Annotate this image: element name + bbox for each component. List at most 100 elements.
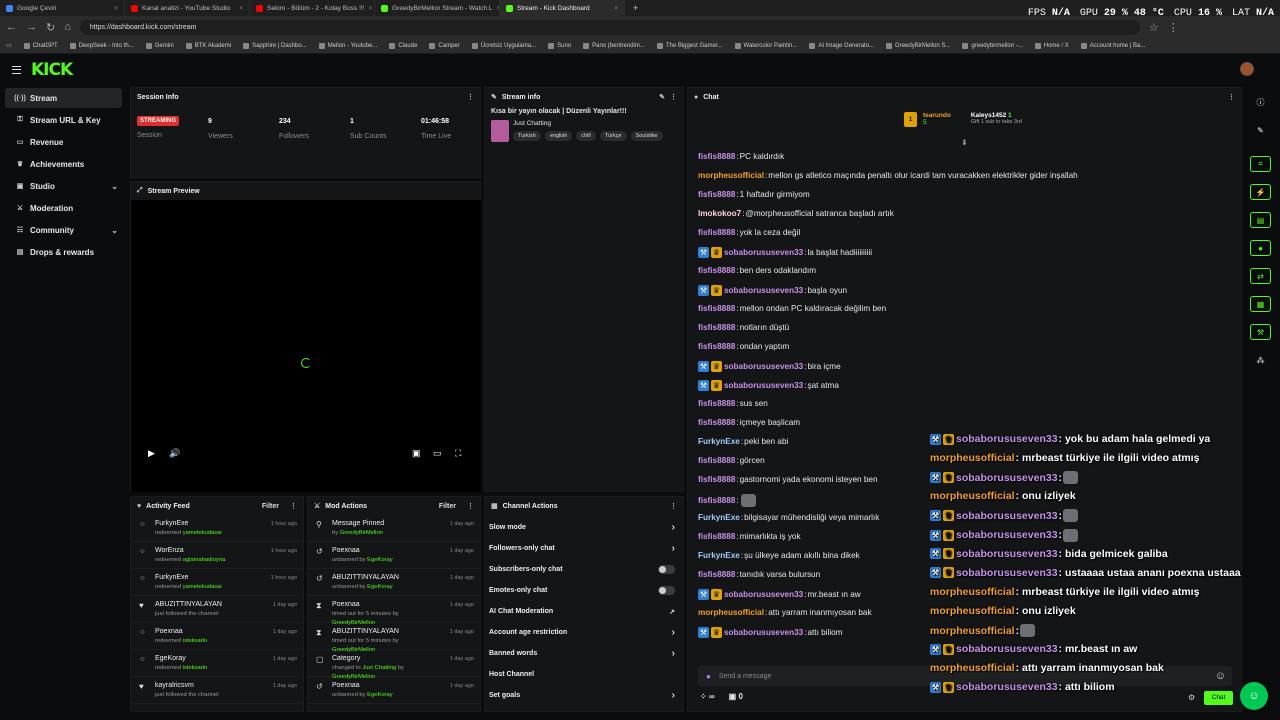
chat-username[interactable]: FurkynExe xyxy=(698,551,740,560)
bookmark-item[interactable]: Account home | Ba... xyxy=(1080,42,1145,49)
sidebar-item-achievements[interactable]: ♛ Achievements xyxy=(5,154,122,174)
video-player[interactable]: ▶ 🔊 ▣ ▭ ⛶ xyxy=(131,200,481,492)
chat-username[interactable]: sobaborususeven33 xyxy=(956,643,1058,655)
chat-username[interactable]: morpheusofficial xyxy=(698,608,764,617)
sidebar-item-community[interactable]: ☷ Community ⌄ xyxy=(5,220,122,240)
channel-action-set-goals[interactable]: Set goals › xyxy=(485,685,683,706)
theater-icon[interactable]: ▭ xyxy=(433,448,442,459)
browser-tab[interactable]: Sekiro - Bölüm - 2 - Kolay Boss !!! × xyxy=(250,0,375,16)
chat-username[interactable]: sobaborususeven33 xyxy=(956,681,1058,693)
chat-username[interactable]: sobaborususeven33 xyxy=(956,548,1058,560)
chat-username[interactable]: fisfis8888 xyxy=(698,228,735,237)
more-options-icon[interactable]: ⋮ xyxy=(467,502,474,510)
lightning-icon[interactable]: ⚡ xyxy=(1250,184,1271,200)
chat-username[interactable]: morpheusofficial xyxy=(930,605,1015,617)
bookmark-item[interactable]: Mellon - Youtube... xyxy=(318,42,377,49)
browser-tab[interactable]: GreedyBirMellon Stream - Watch L × xyxy=(375,0,500,16)
crop-icon[interactable]: ⌗ xyxy=(1250,156,1271,172)
chat-bubble-icon[interactable]: ● xyxy=(1250,240,1271,256)
home-icon[interactable]: ⌂ xyxy=(64,21,71,33)
chat-username[interactable]: fisfis8888 xyxy=(698,475,735,484)
chat-username[interactable]: sobaborususeven33 xyxy=(724,248,803,257)
chevron-right-icon[interactable]: › xyxy=(672,522,675,533)
new-tab-icon[interactable]: + xyxy=(625,3,646,13)
bookmark-item[interactable]: ChatGPT xyxy=(23,42,58,49)
reload-icon[interactable]: ↻ xyxy=(46,21,55,34)
channel-action-account-age-restriction[interactable]: Account age restriction › xyxy=(485,622,683,643)
bookmark-item[interactable]: Camper xyxy=(429,42,460,49)
chat-username[interactable]: sobaborususeven33 xyxy=(724,628,803,637)
chat-username[interactable]: sobaborususeven33 xyxy=(724,590,803,599)
more-options-icon[interactable]: ⋮ xyxy=(467,93,474,101)
bookmark-item[interactable]: Gemini xyxy=(145,42,174,49)
volume-icon[interactable]: 🔊 xyxy=(169,448,180,459)
user-avatar[interactable] xyxy=(1240,62,1254,76)
browser-tab[interactable]: Google Çeviri × xyxy=(0,0,125,16)
back-icon[interactable]: ← xyxy=(6,21,17,33)
chat-username[interactable]: morpheusofficial xyxy=(930,452,1015,464)
chevron-down-icon[interactable]: ⌄ xyxy=(111,226,118,235)
chat-username[interactable]: sobaborususeven33 xyxy=(956,472,1058,484)
chat-username[interactable]: sobaborususeven33 xyxy=(724,362,803,371)
chat-settings-gear-icon[interactable]: ⚙ xyxy=(1188,693,1195,702)
channel-action-followers-only-chat[interactable]: Followers-only chat › xyxy=(485,538,683,559)
calendar-icon[interactable]: ▦ xyxy=(1250,296,1271,312)
sidebar-item-drops-rewards[interactable]: ▤ Drops & rewards xyxy=(5,242,122,262)
chat-username[interactable]: sobaborususeven33 xyxy=(724,286,803,295)
fullscreen-icon[interactable]: ⛶ xyxy=(455,448,461,459)
collapse-icon[interactable]: ⇟ xyxy=(961,138,968,147)
chevron-right-icon[interactable]: › xyxy=(672,648,675,659)
url-input[interactable]: https://dashboard.kick.com/stream xyxy=(79,19,1140,35)
sidebar-item-moderation[interactable]: ⚔ Moderation xyxy=(5,198,122,218)
bookmark-item[interactable]: greedybirmellon -... xyxy=(962,42,1023,49)
feed-user-name[interactable]: Poexnaa xyxy=(332,681,442,691)
bookmark-item[interactable]: The Biggest Gamer... xyxy=(656,42,723,49)
bookmark-item[interactable]: Claude xyxy=(389,42,417,49)
sidebar-item-stream-url-key[interactable]: ⚿ Stream URL & Key xyxy=(5,110,122,130)
raid-icon[interactable]: ⇄ xyxy=(1250,268,1271,284)
channel-action-emotes-only-chat[interactable]: Emotes-only chat xyxy=(485,580,683,601)
more-options-icon[interactable]: ⋮ xyxy=(670,93,677,101)
chat-username[interactable]: fisfis8888 xyxy=(698,532,735,541)
feed-user-name[interactable]: Poexnaa xyxy=(332,546,442,556)
feed-user-name[interactable]: Poexnaa xyxy=(332,600,442,610)
channel-action-slow-mode[interactable]: Slow mode › xyxy=(485,517,683,538)
forward-icon[interactable]: → xyxy=(26,21,37,33)
chat-input-placeholder[interactable]: Send a message xyxy=(719,673,772,680)
filter-button[interactable]: Filter xyxy=(439,503,456,510)
chat-username[interactable]: sobaborususeven33 xyxy=(724,381,803,390)
users-icon[interactable]: ⁂ xyxy=(1250,352,1271,368)
bookmark-item[interactable]: BTK Akademi xyxy=(185,42,231,49)
clipboard-icon[interactable]: ▤ xyxy=(1250,212,1271,228)
bookmark-item[interactable]: AI Image Generato... xyxy=(809,42,874,49)
chat-username[interactable]: sobaborususeven33 xyxy=(956,433,1058,445)
tag-chip[interactable]: Türkçe xyxy=(599,131,627,141)
more-options-icon[interactable]: ⋮ xyxy=(670,502,677,510)
chat-username[interactable]: fisfis8888 xyxy=(698,418,735,427)
feed-user-name[interactable]: Category xyxy=(332,654,442,664)
bookmark-item[interactable]: Ücretsiz Uygulama... xyxy=(471,42,536,49)
gift-counter[interactable]: ▣ 0 xyxy=(729,692,743,701)
chevron-right-icon[interactable]: › xyxy=(672,543,675,554)
send-chat-button[interactable]: Chat xyxy=(1204,691,1233,705)
feed-user-name[interactable]: ABUZITTINYALAYAN xyxy=(155,600,265,610)
chat-username[interactable]: fisfis8888 xyxy=(698,399,735,408)
chevron-right-icon[interactable]: › xyxy=(672,690,675,701)
more-options-icon[interactable]: ⋮ xyxy=(1228,93,1235,101)
chat-username[interactable]: sobaborususeven33 xyxy=(956,529,1058,541)
close-tab-icon[interactable]: × xyxy=(114,5,118,12)
feed-user-name[interactable]: FurkynExe xyxy=(155,519,263,529)
bookmark-star-icon[interactable]: ☆ xyxy=(1149,21,1159,34)
chat-username[interactable]: sobaborususeven33 xyxy=(956,510,1058,522)
edit-icon[interactable]: ✎ xyxy=(659,93,665,101)
wrench-icon[interactable]: ⚒ xyxy=(1250,324,1271,340)
kick-logo[interactable]: KICK xyxy=(31,60,73,80)
chat-username[interactable]: fisfis8888 xyxy=(698,456,735,465)
more-options-icon[interactable]: ⋮ xyxy=(290,502,297,510)
bookmark-item[interactable]: Pano (bentrendim... xyxy=(583,42,645,49)
toggle-switch[interactable] xyxy=(658,586,675,595)
feed-user-name[interactable]: WorEnza xyxy=(155,546,263,556)
chevron-right-icon[interactable]: › xyxy=(672,627,675,638)
bookmark-item[interactable]: GreedyBirMellon S... xyxy=(886,42,950,49)
chat-username[interactable]: fisfis8888 xyxy=(698,152,735,161)
